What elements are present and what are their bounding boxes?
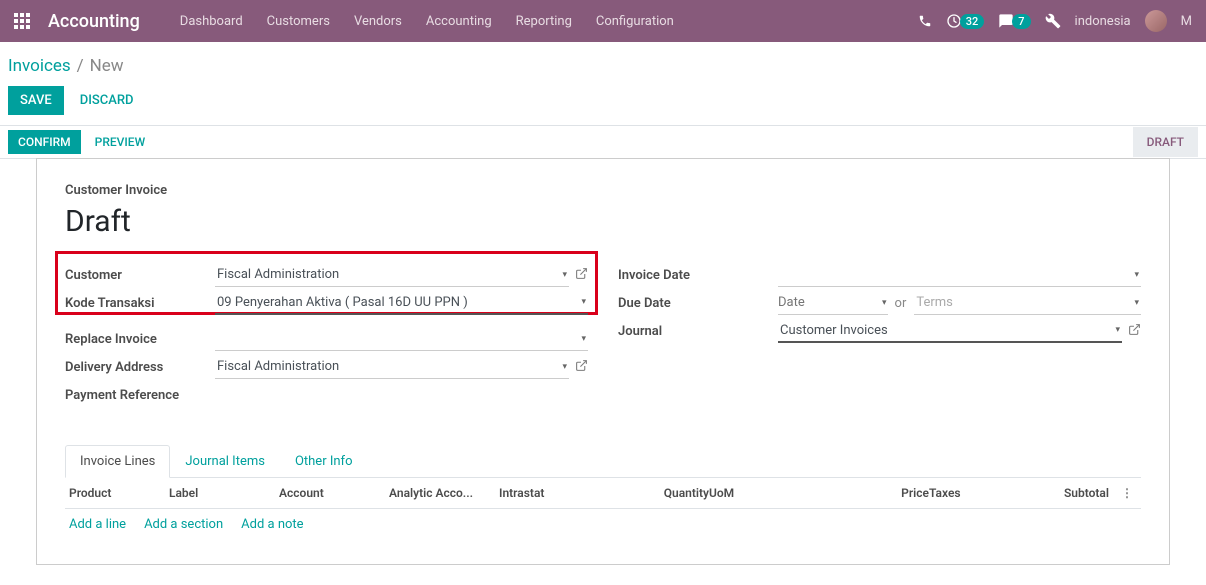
- external-link-icon[interactable]: [575, 267, 588, 284]
- label-delivery: Delivery Address: [65, 360, 215, 375]
- label-journal: Journal: [618, 324, 778, 339]
- breadcrumb-separator: /: [77, 56, 84, 76]
- col-subtotal: Subtotal: [1049, 486, 1117, 500]
- breadcrumb-current: New: [90, 56, 124, 76]
- nav-right: 32 7 indonesia M: [918, 10, 1198, 32]
- notebook-tabs: Invoice Lines Journal Items Other Info: [65, 445, 1141, 478]
- nav-customers[interactable]: Customers: [255, 0, 342, 42]
- breadcrumb: Invoices / New: [0, 42, 1206, 86]
- nav-vendors[interactable]: Vendors: [342, 0, 414, 42]
- chevron-down-icon: ▾: [1134, 270, 1139, 280]
- tab-invoice-lines[interactable]: Invoice Lines: [65, 445, 170, 478]
- col-product: Product: [69, 486, 169, 500]
- nav-dashboard[interactable]: Dashboard: [168, 0, 255, 42]
- save-button[interactable]: SAVE: [8, 86, 64, 115]
- label-due-date: Due Date: [618, 296, 778, 311]
- label-invoice-date: Invoice Date: [618, 268, 778, 283]
- nav-accounting[interactable]: Accounting: [414, 0, 504, 42]
- status-bar: CONFIRM PREVIEW DRAFT: [0, 125, 1206, 159]
- customer-field[interactable]: Fiscal Administration ▾: [215, 263, 569, 287]
- phone-icon[interactable]: [918, 14, 932, 28]
- breadcrumb-link[interactable]: Invoices: [8, 56, 71, 76]
- chevron-down-icon: ▾: [562, 362, 567, 372]
- chevron-down-icon: ▾: [581, 297, 586, 307]
- payment-terms-field[interactable]: Terms ▾: [914, 291, 1141, 315]
- discard-button[interactable]: DISCARD: [80, 93, 134, 108]
- nav-menu: Dashboard Customers Vendors Accounting R…: [168, 0, 686, 42]
- tab-other-info[interactable]: Other Info: [280, 445, 368, 478]
- col-intrastat: Intrastat: [499, 486, 609, 500]
- activity-indicator[interactable]: 32: [946, 13, 985, 29]
- tab-journal-items[interactable]: Journal Items: [170, 445, 280, 478]
- col-taxes: Taxes: [929, 486, 1049, 500]
- col-uom: UoM: [709, 486, 809, 500]
- status-draft[interactable]: DRAFT: [1133, 127, 1198, 157]
- add-section-link[interactable]: Add a section: [144, 517, 223, 532]
- chat-indicator[interactable]: 7: [998, 13, 1030, 29]
- debug-icon[interactable]: [1045, 13, 1061, 29]
- form-sheet: Customer Invoice Draft Customer Fiscal A…: [36, 158, 1170, 565]
- apps-icon[interactable]: [8, 7, 36, 35]
- label-payref: Payment Reference: [65, 388, 215, 403]
- add-note-link[interactable]: Add a note: [241, 517, 303, 532]
- payment-reference-field[interactable]: [215, 384, 588, 406]
- kebab-icon[interactable]: ⋮: [1117, 486, 1137, 500]
- top-nav: Accounting Dashboard Customers Vendors A…: [0, 0, 1206, 42]
- chevron-down-icon: ▾: [562, 270, 567, 280]
- form-buttons: SAVE DISCARD: [0, 86, 1206, 125]
- chevron-down-icon: ▾: [1134, 298, 1139, 308]
- label-customer: Customer: [65, 268, 215, 283]
- app-brand[interactable]: Accounting: [48, 11, 140, 32]
- activity-badge: 32: [960, 14, 985, 29]
- or-text: or: [895, 296, 907, 311]
- col-account: Account: [279, 486, 389, 500]
- user-initial: M: [1181, 14, 1192, 29]
- replace-invoice-field[interactable]: ▾: [215, 327, 588, 351]
- chevron-down-icon: ▾: [581, 334, 586, 344]
- label-replace: Replace Invoice: [65, 332, 215, 347]
- avatar[interactable]: [1145, 10, 1167, 32]
- kode-transaksi-field[interactable]: 09 Penyerahan Aktiva ( Pasal 16D UU PPN …: [215, 291, 588, 315]
- grid-header: Product Label Account Analytic Acco... I…: [65, 478, 1141, 509]
- col-label: Label: [169, 486, 279, 500]
- col-quantity: Quantity: [609, 486, 709, 500]
- add-line-link[interactable]: Add a line: [69, 517, 126, 532]
- company-name[interactable]: indonesia: [1075, 14, 1131, 29]
- confirm-button[interactable]: CONFIRM: [8, 130, 81, 154]
- col-analytic: Analytic Acco...: [389, 486, 499, 500]
- nav-reporting[interactable]: Reporting: [504, 0, 584, 42]
- external-link-icon[interactable]: [575, 359, 588, 376]
- nav-configuration[interactable]: Configuration: [584, 0, 686, 42]
- journal-field[interactable]: Customer Invoices ▾: [778, 319, 1122, 343]
- label-kode: Kode Transaksi: [65, 296, 215, 311]
- form-right-column: Invoice Date ▾ Due Date ▾ or Terms: [618, 261, 1141, 409]
- sheet-subtitle: Customer Invoice: [65, 183, 1141, 198]
- chevron-down-icon: ▾: [1115, 325, 1120, 335]
- col-price: Price: [809, 486, 929, 500]
- external-link-icon[interactable]: [1128, 323, 1141, 340]
- form-left-column: Customer Fiscal Administration ▾ Kode Tr…: [65, 261, 588, 409]
- invoice-date-field[interactable]: ▾: [778, 263, 1141, 287]
- delivery-address-field[interactable]: Fiscal Administration ▾: [215, 355, 569, 379]
- sheet-title: Draft: [65, 204, 1141, 239]
- chat-badge: 7: [1012, 14, 1030, 29]
- grid-add-row: Add a line Add a section Add a note: [65, 509, 1141, 540]
- due-date-field[interactable]: [778, 291, 888, 315]
- preview-button[interactable]: PREVIEW: [95, 135, 145, 149]
